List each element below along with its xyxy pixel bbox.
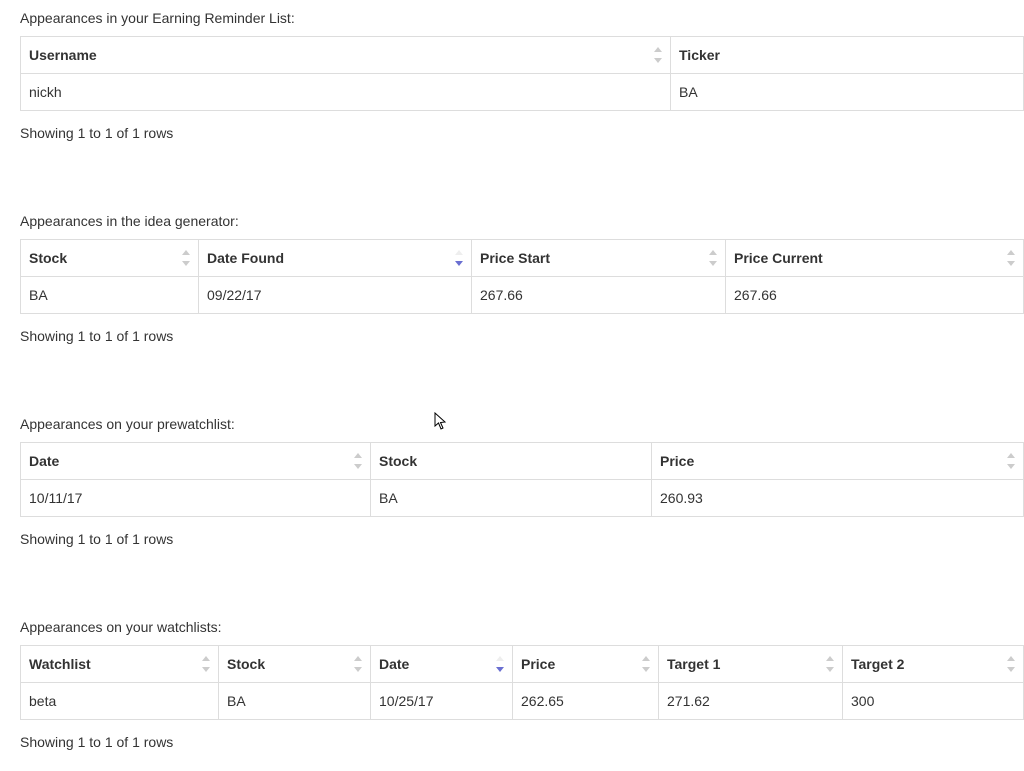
column-header-label: Target 1 [667,656,720,672]
table-row: 10/11/17 BA 260.93 [21,480,1024,517]
column-header-username[interactable]: Username [21,37,671,74]
column-header-label: Username [29,47,97,63]
sort-icon [1007,656,1017,672]
sort-icon [654,47,664,63]
cell-target1: 271.62 [659,683,843,720]
sort-icon [1007,250,1017,266]
column-header-label: Stock [379,453,417,469]
section-caption: Appearances on your prewatchlist: [20,416,1024,432]
section-watchlists: Appearances on your watchlists: Watchlis… [20,619,1024,750]
sort-icon [1007,453,1017,469]
sort-icon [709,250,719,266]
cell-price: 260.93 [652,480,1024,517]
column-header-price-current[interactable]: Price Current [726,240,1024,277]
column-header-date-found[interactable]: Date Found [199,240,472,277]
table-header-row: Watchlist Stock Date Price Target 1 [21,646,1024,683]
cell-date-found: 09/22/17 [199,277,472,314]
column-header-label: Date [29,453,59,469]
column-header-date[interactable]: Date [371,646,513,683]
column-header-ticker[interactable]: Ticker [671,37,1024,74]
column-header-watchlist[interactable]: Watchlist [21,646,219,683]
sort-icon [202,656,212,672]
section-idea-generator: Appearances in the idea generator: Stock… [20,213,1024,344]
column-header-price-start[interactable]: Price Start [472,240,726,277]
column-header-label: Ticker [679,47,720,63]
sort-icon [826,656,836,672]
column-header-stock[interactable]: Stock [21,240,199,277]
table-footer: Showing 1 to 1 of 1 rows [20,531,1024,547]
sort-desc-icon [496,656,506,672]
column-header-label: Price Start [480,250,550,266]
column-header-label: Price [660,453,694,469]
table-row: beta BA 10/25/17 262.65 271.62 300 [21,683,1024,720]
column-header-label: Price [521,656,555,672]
section-prewatchlist: Appearances on your prewatchlist: Date S… [20,416,1024,547]
idea-table: Stock Date Found Price Start Price Curre… [20,239,1024,314]
column-header-target1[interactable]: Target 1 [659,646,843,683]
column-header-label: Date Found [207,250,284,266]
prewatch-table: Date Stock Price 10/11/17 BA 260.93 [20,442,1024,517]
column-header-target2[interactable]: Target 2 [843,646,1024,683]
table-header-row: Username Ticker [21,37,1024,74]
cell-target2: 300 [843,683,1024,720]
cell-price: 262.65 [513,683,659,720]
cell-stock: BA [219,683,371,720]
section-earning-reminder: Appearances in your Earning Reminder Lis… [20,10,1024,141]
cell-stock: BA [371,480,652,517]
column-header-stock[interactable]: Stock [219,646,371,683]
cell-username: nickh [21,74,671,111]
column-header-label: Watchlist [29,656,91,672]
column-header-label: Stock [29,250,67,266]
table-row: BA 09/22/17 267.66 267.66 [21,277,1024,314]
column-header-price[interactable]: Price [652,443,1024,480]
table-header-row: Date Stock Price [21,443,1024,480]
cell-ticker: BA [671,74,1024,111]
table-footer: Showing 1 to 1 of 1 rows [20,734,1024,750]
column-header-price[interactable]: Price [513,646,659,683]
section-caption: Appearances on your watchlists: [20,619,1024,635]
column-header-date[interactable]: Date [21,443,371,480]
column-header-stock[interactable]: Stock [371,443,652,480]
sort-icon [642,656,652,672]
earning-table: Username Ticker nickh BA [20,36,1024,111]
cell-date: 10/11/17 [21,480,371,517]
cell-stock: BA [21,277,199,314]
sort-icon [354,453,364,469]
sort-desc-icon [455,250,465,266]
table-footer: Showing 1 to 1 of 1 rows [20,125,1024,141]
section-caption: Appearances in your Earning Reminder Lis… [20,10,1024,26]
cell-price-current: 267.66 [726,277,1024,314]
section-caption: Appearances in the idea generator: [20,213,1024,229]
cell-price-start: 267.66 [472,277,726,314]
column-header-label: Stock [227,656,265,672]
column-header-label: Date [379,656,409,672]
table-header-row: Stock Date Found Price Start Price Curre… [21,240,1024,277]
column-header-label: Target 2 [851,656,904,672]
table-footer: Showing 1 to 1 of 1 rows [20,328,1024,344]
cell-date: 10/25/17 [371,683,513,720]
watch-table: Watchlist Stock Date Price Target 1 [20,645,1024,720]
cell-watchlist: beta [21,683,219,720]
sort-icon [182,250,192,266]
table-row: nickh BA [21,74,1024,111]
column-header-label: Price Current [734,250,823,266]
sort-icon [354,656,364,672]
